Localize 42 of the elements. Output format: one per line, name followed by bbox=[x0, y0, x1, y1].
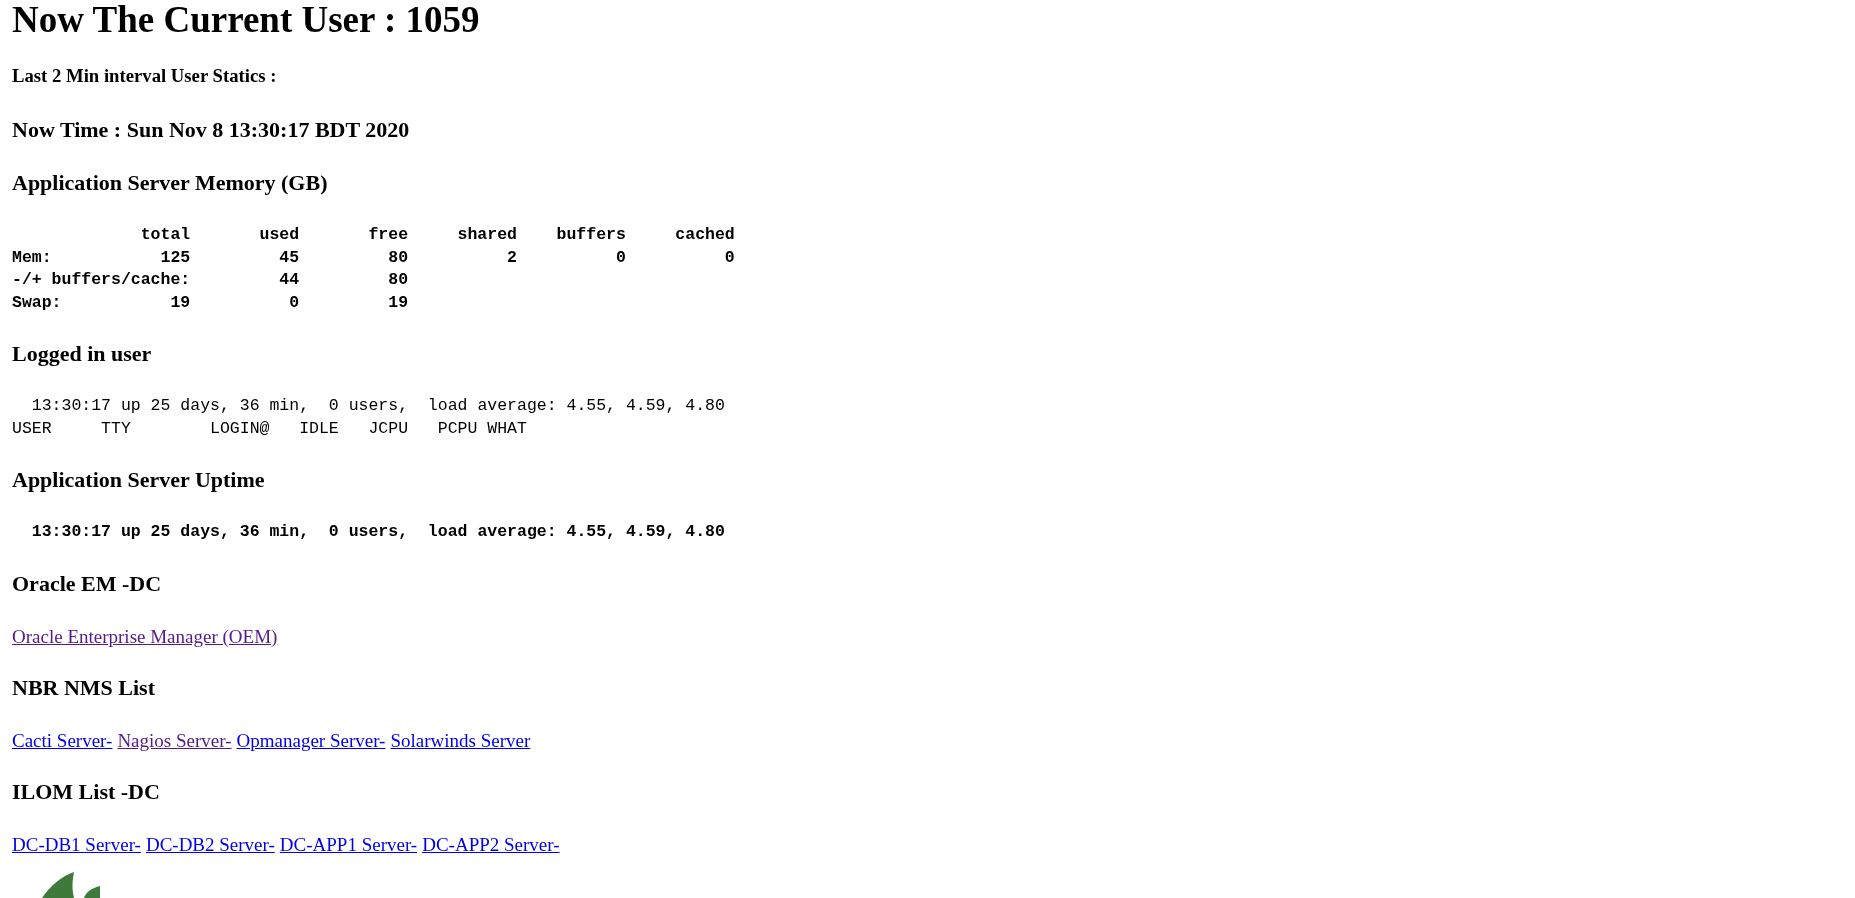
table-cell: 80 bbox=[388, 270, 409, 289]
table-cell: 45 bbox=[279, 247, 300, 267]
current-time: Now Time : Sun Nov 8 13:30:17 BDT 2020 bbox=[12, 117, 410, 143]
section-heading: Oracle EM -DC bbox=[12, 570, 162, 597]
console-line: 13:30:17 up 25 days, 36 min, 0 users, load average: 4.55, 4.59, 4.80 bbox=[30, 395, 725, 417]
column-header: shared bbox=[457, 225, 517, 244]
section-heading: NBR NMS List bbox=[12, 674, 155, 701]
table-cell: 19 bbox=[170, 292, 191, 312]
section-heading: Application Server Uptime bbox=[12, 467, 265, 493]
console-line: USER TTY LOGIN@ IDLE JCPU PCPU WHAT bbox=[12, 417, 527, 440]
link[interactable]: DC-DB2 Server- bbox=[145, 833, 275, 856]
table-cell: 44 bbox=[279, 270, 300, 289]
section-heading: ILOM List -DC bbox=[12, 778, 160, 805]
leaf-icon bbox=[40, 872, 100, 898]
link[interactable]: Oracle Enterprise Manager (OEM) bbox=[12, 625, 278, 648]
row-label: Mem: bbox=[12, 247, 52, 267]
table-cell: 0 bbox=[289, 292, 300, 312]
console-line: 13:30:17 up 25 days, 36 min, 0 users, load average: 4.55, 4.59, 4.80 bbox=[30, 521, 725, 543]
column-header: used bbox=[259, 225, 300, 244]
page-title: Now The Current User : 1059 bbox=[12, 0, 480, 39]
subtitle: Last 2 Min interval User Statics : bbox=[12, 65, 277, 87]
row-label: -/+ buffers/cache: bbox=[12, 270, 191, 289]
row-label: Swap: bbox=[12, 292, 62, 312]
link[interactable]: DC-DB1 Server- bbox=[12, 833, 141, 856]
link[interactable]: Cacti Server- bbox=[12, 729, 113, 752]
link[interactable]: Nagios Server- bbox=[117, 729, 232, 752]
section-heading: Application Server Memory (GB) bbox=[12, 170, 328, 196]
section-heading: Logged in user bbox=[12, 341, 152, 367]
table-cell: 2 bbox=[507, 247, 517, 267]
table-cell: 19 bbox=[388, 292, 409, 312]
table-cell: 0 bbox=[615, 247, 626, 267]
column-header: cached bbox=[675, 225, 735, 244]
link[interactable]: Opmanager Server- bbox=[236, 729, 386, 752]
column-header: free bbox=[368, 225, 409, 244]
link[interactable]: DC-APP1 Server- bbox=[279, 833, 418, 856]
table-cell: 80 bbox=[388, 247, 409, 267]
link[interactable]: DC-APP2 Server- bbox=[422, 833, 560, 856]
table-cell: 125 bbox=[160, 247, 191, 267]
column-header: buffers bbox=[556, 225, 626, 244]
link[interactable]: Solarwinds Server bbox=[390, 729, 531, 752]
table-cell: 0 bbox=[724, 247, 735, 267]
column-header: total bbox=[140, 225, 191, 244]
